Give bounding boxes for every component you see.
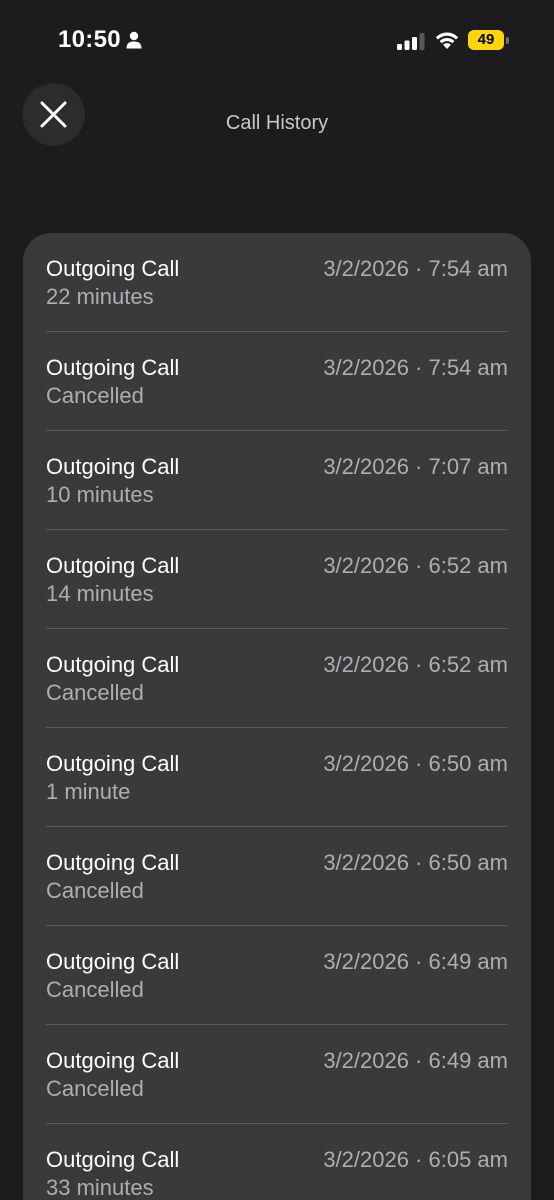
call-date: 3/2/2026 · 7:54 am — [323, 355, 508, 380]
call-date: 3/2/2026 · 7:54 am — [323, 256, 508, 281]
call-history-screen: 10:50 49 Call History Outgoing Call 22 m… — [0, 0, 554, 1200]
call-type: Outgoing Call — [46, 553, 180, 578]
call-type: Outgoing Call — [46, 256, 180, 281]
battery-level: 49 — [468, 30, 504, 50]
call-row[interactable]: Outgoing Call 22 minutes 3/2/2026 · 7:54… — [46, 233, 508, 332]
call-detail: Cancelled — [46, 878, 144, 903]
status-bar: 10:50 49 — [0, 0, 554, 80]
call-type: Outgoing Call — [46, 1048, 180, 1073]
status-time: 10:50 — [58, 26, 121, 53]
call-date: 3/2/2026 · 6:49 am — [323, 949, 508, 974]
call-row[interactable]: Outgoing Call 10 minutes 3/2/2026 · 7:07… — [46, 431, 508, 530]
call-date: 3/2/2026 · 6:50 am — [323, 850, 508, 875]
call-type: Outgoing Call — [46, 751, 180, 776]
page-title: Call History — [225, 112, 329, 134]
person-icon — [126, 31, 142, 49]
call-row[interactable]: Outgoing Call Cancelled 3/2/2026 · 6:49 … — [46, 1025, 508, 1124]
call-detail: 14 minutes — [46, 581, 154, 606]
call-row[interactable]: Outgoing Call Cancelled 3/2/2026 · 6:50 … — [46, 827, 508, 926]
call-detail: 33 minutes — [46, 1175, 154, 1200]
call-type: Outgoing Call — [46, 355, 180, 380]
call-detail: Cancelled — [46, 977, 144, 1002]
call-date: 3/2/2026 · 7:07 am — [323, 454, 508, 479]
wifi-icon — [435, 32, 459, 49]
call-detail: Cancelled — [46, 383, 144, 408]
call-date: 3/2/2026 · 6:49 am — [323, 1048, 508, 1073]
call-type: Outgoing Call — [46, 850, 180, 875]
call-date: 3/2/2026 · 6:52 am — [323, 652, 508, 677]
call-type: Outgoing Call — [46, 1147, 180, 1172]
call-type: Outgoing Call — [46, 454, 180, 479]
battery-indicator: 49 — [468, 30, 510, 50]
call-type: Outgoing Call — [46, 949, 180, 974]
call-detail: 10 minutes — [46, 482, 154, 507]
call-date: 3/2/2026 · 6:52 am — [323, 553, 508, 578]
call-detail: Cancelled — [46, 1076, 144, 1101]
call-row[interactable]: Outgoing Call Cancelled 3/2/2026 · 6:49 … — [46, 926, 508, 1025]
call-row[interactable]: Outgoing Call 33 minutes 3/2/2026 · 6:05… — [46, 1124, 508, 1200]
call-detail: 1 minute — [46, 779, 131, 804]
call-row[interactable]: Outgoing Call Cancelled 3/2/2026 · 6:52 … — [46, 629, 508, 728]
battery-cap — [506, 37, 509, 44]
call-row[interactable]: Outgoing Call 1 minute 3/2/2026 · 6:50 a… — [46, 728, 508, 827]
call-date: 3/2/2026 · 6:50 am — [323, 751, 508, 776]
call-history-list: Outgoing Call 22 minutes 3/2/2026 · 7:54… — [23, 233, 531, 1200]
call-row[interactable]: Outgoing Call 14 minutes 3/2/2026 · 6:52… — [46, 530, 508, 629]
call-row[interactable]: Outgoing Call Cancelled 3/2/2026 · 7:54 … — [46, 332, 508, 431]
cellular-signal-icon — [397, 33, 425, 50]
call-type: Outgoing Call — [46, 652, 180, 677]
call-detail: 22 minutes — [46, 284, 154, 309]
call-date: 3/2/2026 · 6:05 am — [323, 1147, 508, 1172]
call-detail: Cancelled — [46, 680, 144, 705]
